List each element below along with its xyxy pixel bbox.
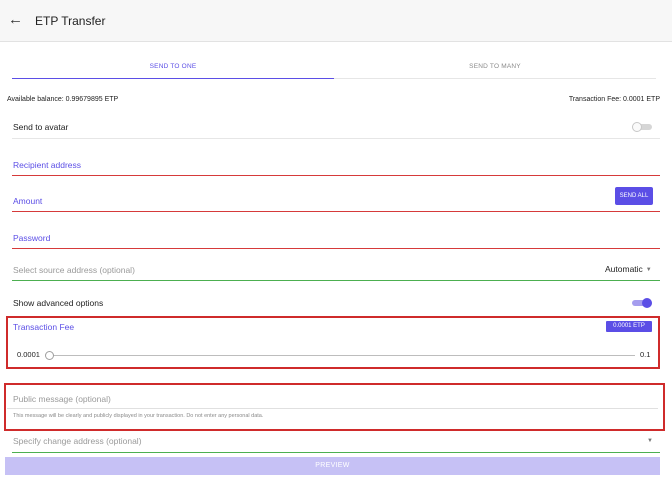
send-to-avatar-label: Send to avatar [13,122,69,132]
field-underline [7,408,658,409]
public-message-input[interactable]: Public message (optional) [13,394,111,404]
transfer-tabs: SEND TO ONE SEND TO MANY [12,57,656,79]
toggle-knob [642,298,652,308]
fee-slider-min: 0.0001 [17,350,40,359]
tab-send-to-one[interactable]: SEND TO ONE [12,57,334,79]
source-address-select[interactable]: Select source address (optional) [12,261,660,281]
password-field[interactable]: Password [12,229,660,249]
amount-field[interactable]: Amount [12,192,660,212]
field-underline [12,248,660,249]
page-title: ETP Transfer [35,14,106,28]
send-all-button[interactable]: SEND ALL [615,187,653,205]
source-address-value[interactable]: Automatic ▼ [605,264,652,274]
field-underline [12,280,660,281]
available-balance: Available balance: 0.99679895 ETP [7,96,119,103]
tab-send-to-many[interactable]: SEND TO MANY [334,57,656,79]
recipient-address-field[interactable]: Recipient address [12,156,660,176]
advanced-options-toggle[interactable] [632,298,652,308]
divider [12,138,660,139]
source-address-placeholder: Select source address (optional) [13,265,135,275]
password-placeholder: Password [13,233,51,243]
transaction-fee-label: Transaction Fee [13,322,75,332]
transaction-fee-info: Transaction Fee: 0.0001 ETP [568,96,660,103]
change-address-select[interactable]: Specify change address (optional) [13,436,142,446]
preview-button[interactable]: PREVIEW [5,457,660,475]
chevron-down-icon[interactable]: ▼ [647,438,653,444]
field-underline [12,175,660,176]
transaction-fee-badge: 0.0001 ETP [606,321,652,332]
source-address-selected: Automatic [605,264,643,274]
fee-slider-track[interactable] [50,355,635,356]
send-to-avatar-toggle[interactable] [632,122,652,132]
public-message-note: This message will be clearly and publicl… [13,413,264,419]
toggle-knob [632,122,642,132]
app-bar: ← ETP Transfer [0,0,672,42]
recipient-address-placeholder: Recipient address [13,160,82,170]
field-underline [12,452,660,453]
field-underline [12,211,660,212]
amount-placeholder: Amount [13,196,43,206]
chevron-down-icon: ▼ [645,266,652,273]
transaction-fee-section [6,316,660,369]
fee-slider-max: 0.1 [640,350,651,359]
fee-slider-thumb[interactable] [45,351,54,360]
advanced-options-label: Show advanced options [13,298,104,308]
arrow-left-icon[interactable]: ← [8,12,24,28]
public-message-section [4,383,665,431]
